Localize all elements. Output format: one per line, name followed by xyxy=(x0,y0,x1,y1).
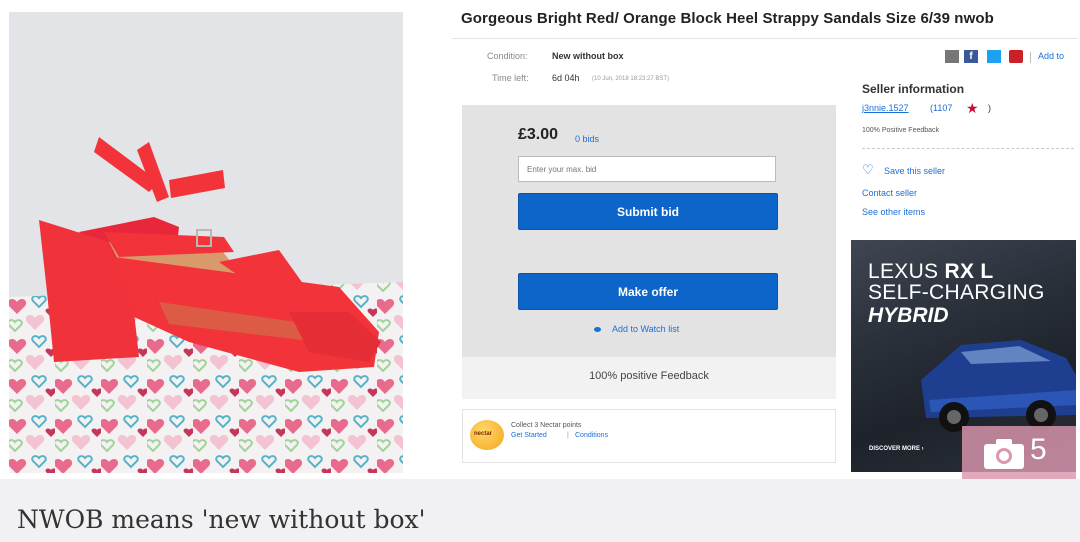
product-photo[interactable] xyxy=(9,12,403,473)
nectar-logo-text: nectar xyxy=(474,431,493,437)
see-other-items-link[interactable]: See other items xyxy=(862,207,925,217)
eye-icon xyxy=(594,327,601,332)
email-share-icon[interactable] xyxy=(945,50,959,63)
max-bid-input[interactable] xyxy=(518,156,776,182)
time-left-detail: (10 Jun, 2018 18:23:27 BST) xyxy=(592,76,670,82)
save-seller-link[interactable]: Save this seller xyxy=(884,166,945,176)
nectar-get-started-link[interactable]: Get Started xyxy=(511,432,547,439)
title-divider xyxy=(452,38,1078,39)
make-offer-button[interactable]: Make offer xyxy=(518,273,778,310)
ad-model: RX L xyxy=(944,260,994,283)
seller-username-link[interactable]: j3nnie.1527 xyxy=(862,103,909,113)
camera-icon xyxy=(984,439,1024,469)
twitter-share-icon[interactable] xyxy=(987,50,1001,63)
seller-info-heading: Seller information xyxy=(862,82,965,96)
condition-label: Condition: xyxy=(487,51,528,61)
nectar-points-text: Collect 3 Nectar points xyxy=(511,422,582,429)
listing-title: Gorgeous Bright Red/ Orange Block Heel S… xyxy=(461,10,994,27)
nectar-separator: | xyxy=(567,432,569,439)
sandal-image xyxy=(9,12,403,473)
seller-divider xyxy=(862,148,1074,149)
share-divider xyxy=(1030,52,1031,63)
heart-icon[interactable]: ♡ xyxy=(862,162,874,178)
submit-bid-button[interactable]: Submit bid xyxy=(518,193,778,230)
ad-line-hybrid: HYBRID xyxy=(868,304,949,327)
nectar-conditions-link[interactable]: Conditions xyxy=(575,432,608,439)
image-caption: NWOB means 'new without box' xyxy=(17,505,426,534)
add-to-watchlist-link[interactable]: Add to Watch list xyxy=(612,324,679,334)
seller-score[interactable]: (1107 xyxy=(930,103,952,113)
add-to-link[interactable]: Add to xyxy=(1038,51,1064,61)
seller-feedback: 100% Positive Feedback xyxy=(862,127,940,134)
contact-seller-link[interactable]: Contact seller xyxy=(862,188,917,198)
photo-count: 5 xyxy=(1030,433,1047,466)
bids-count-link[interactable]: 0 bids xyxy=(575,134,599,144)
positive-feedback-text: 100% positive Feedback xyxy=(589,370,709,382)
ad-line-self-charging: SELF-CHARGING xyxy=(868,281,1045,304)
time-left-value: 6d 04h xyxy=(552,73,580,83)
condition-value: New without box xyxy=(552,51,624,61)
ad-discover-more-link[interactable]: DISCOVER MORE › xyxy=(869,446,924,452)
star-icon: ★ xyxy=(966,100,979,116)
facebook-share-icon[interactable]: f xyxy=(964,50,978,63)
seller-score-close: ) xyxy=(988,103,991,113)
ad-brand: LEXUS xyxy=(868,260,939,283)
nectar-logo-icon: nectar xyxy=(470,420,504,450)
pinterest-share-icon[interactable] xyxy=(1009,50,1023,63)
current-price: £3.00 xyxy=(518,126,559,143)
time-left-label: Time left: xyxy=(492,73,529,83)
